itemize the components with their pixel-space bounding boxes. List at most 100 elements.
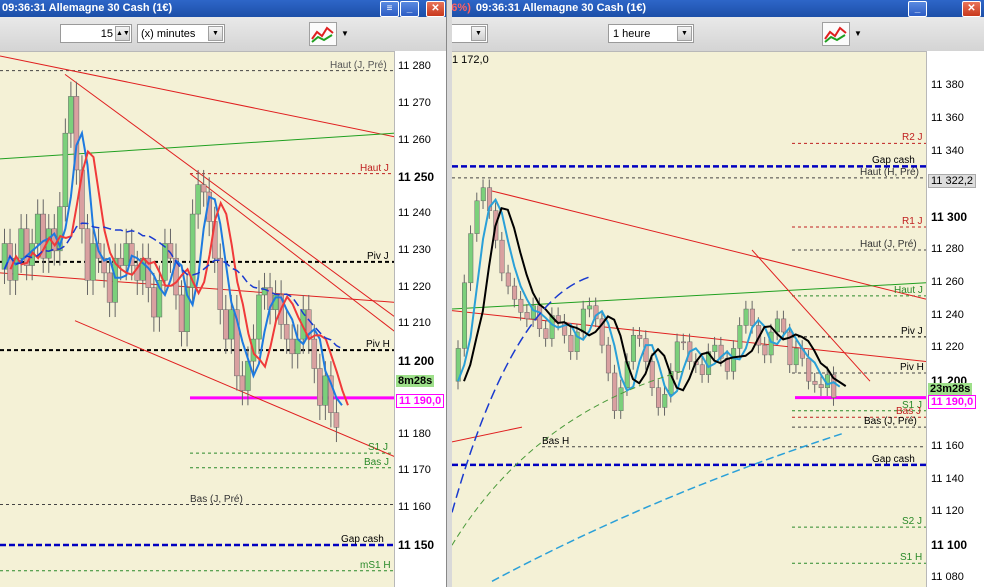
spin-arrow-icon[interactable]: ▲▼ bbox=[115, 26, 130, 41]
right-level-label: Haut (J, Pré) bbox=[860, 239, 917, 250]
right-candle bbox=[781, 318, 787, 333]
left-candle bbox=[239, 375, 246, 391]
right-candle bbox=[649, 361, 655, 389]
left-candle bbox=[151, 287, 157, 318]
right-axis-tick: 11 380 bbox=[931, 79, 964, 91]
right-axis-tick: 11 120 bbox=[931, 505, 964, 518]
right-change-text: 0,36%) bbox=[452, 2, 471, 14]
period-unit-select[interactable]: (x) minutes ▼ bbox=[137, 24, 225, 43]
right-indicator-dropdown-icon[interactable]: ▼ bbox=[854, 29, 862, 38]
right-candle bbox=[749, 308, 755, 326]
right-period-select[interactable]: ▼ bbox=[452, 24, 488, 43]
right-candle bbox=[630, 335, 636, 362]
period-unit-text: (x) minutes bbox=[141, 28, 196, 40]
left-axis-tick: 11 260 bbox=[398, 133, 431, 146]
right-minimize-button[interactable]: _ bbox=[908, 1, 927, 17]
right-axis-tick: 11 340 bbox=[931, 144, 964, 157]
right-top-value: 1 172,0 bbox=[452, 54, 489, 66]
chevron-down-icon[interactable]: ▼ bbox=[208, 26, 223, 41]
right-candle bbox=[468, 233, 474, 284]
timeframe-select[interactable]: 1 heure ▼ bbox=[608, 24, 694, 43]
left-candle bbox=[106, 272, 113, 303]
right-candle bbox=[512, 285, 518, 300]
right-candle bbox=[656, 387, 662, 408]
left-axis-tick: 11 240 bbox=[398, 207, 431, 220]
right-axis-tick: 11 280 bbox=[931, 243, 964, 255]
left-candle bbox=[200, 184, 207, 193]
right-level-label: Gap cash bbox=[872, 155, 915, 167]
right-candle bbox=[587, 305, 593, 310]
right-candle bbox=[818, 384, 824, 389]
right-close-button[interactable]: ✕ bbox=[962, 1, 981, 17]
right-candle bbox=[637, 335, 643, 339]
left-countdown-badge: 8m28s bbox=[396, 375, 435, 388]
left-indicator-chart-icon[interactable] bbox=[309, 22, 337, 46]
left-ma-fast bbox=[3, 129, 343, 406]
chevron-down-icon[interactable]: ▼ bbox=[471, 26, 486, 41]
right-candle bbox=[737, 325, 743, 349]
right-candle bbox=[812, 380, 818, 385]
right-candle bbox=[524, 312, 530, 320]
left-axis-tick: 11 160 bbox=[398, 501, 431, 514]
left-close-button[interactable]: ✕ bbox=[426, 1, 445, 17]
left-price-tag: 11 190,0 bbox=[396, 393, 445, 408]
right-axis-tick: 11 360 bbox=[931, 111, 964, 124]
right-candle bbox=[662, 394, 668, 408]
right-level-label: S2 J bbox=[902, 516, 923, 528]
left-axis-tick: 11 250 bbox=[398, 170, 435, 185]
right-candle bbox=[505, 272, 511, 287]
left-level-label: Gap cash bbox=[341, 534, 384, 545]
right-candle bbox=[674, 341, 680, 372]
right-axis-tick: 11 300 bbox=[931, 210, 968, 225]
left-candle bbox=[311, 338, 318, 369]
right-level-label: S1 H bbox=[900, 552, 923, 564]
left-level-label: Bas (J, Pré) bbox=[190, 493, 243, 505]
right-candle bbox=[743, 308, 749, 326]
left-candle bbox=[322, 375, 329, 406]
right-high-tag: 11 322,2 bbox=[928, 173, 977, 188]
right-level-label: Gap cash bbox=[872, 453, 915, 465]
left-level-label: Bas J bbox=[364, 456, 390, 468]
left-trendline bbox=[0, 132, 395, 160]
right-ma-verylong bbox=[491, 432, 843, 582]
right-level-label: Piv H bbox=[900, 362, 924, 373]
left-minimize-button[interactable]: _ bbox=[400, 1, 419, 17]
right-candle bbox=[774, 318, 780, 333]
left-window-title: 09:36:31 Allemagne 30 Cash (1€) bbox=[2, 2, 173, 14]
left-axis-tick: 11 170 bbox=[398, 464, 431, 477]
right-candle bbox=[618, 387, 624, 411]
right-price-chart[interactable] bbox=[452, 51, 926, 587]
left-candle bbox=[34, 213, 41, 244]
period-value-input[interactable]: 15 ▲▼ bbox=[60, 24, 132, 43]
period-value-text: 15 bbox=[100, 28, 113, 40]
left-candle bbox=[223, 309, 229, 340]
right-candle bbox=[462, 282, 468, 349]
left-axis-tick: 11 180 bbox=[398, 427, 431, 440]
left-price-chart[interactable] bbox=[0, 51, 395, 587]
right-countdown-badge: 23m28s bbox=[928, 383, 973, 396]
right-candle bbox=[793, 348, 799, 366]
left-candle bbox=[256, 294, 262, 340]
left-candle bbox=[123, 243, 129, 266]
right-trendline bbox=[452, 426, 523, 443]
right-indicator-chart-icon[interactable] bbox=[822, 22, 850, 46]
left-chart-window: 09:36:31 Allemagne 30 Cash (1€) ≡ _ ✕ 15… bbox=[0, 0, 446, 587]
left-menu-button[interactable]: ≡ bbox=[380, 1, 399, 17]
left-candle bbox=[84, 228, 91, 281]
right-axis-tick: 11 160 bbox=[931, 439, 964, 452]
left-candle bbox=[90, 243, 96, 281]
left-level-label: Haut J bbox=[360, 162, 389, 174]
left-indicator-dropdown-icon[interactable]: ▼ bbox=[341, 29, 349, 38]
left-candle bbox=[195, 184, 201, 215]
chevron-down-icon[interactable]: ▼ bbox=[677, 26, 692, 41]
right-candle bbox=[612, 372, 618, 411]
right-level-label: Bas H bbox=[542, 435, 570, 447]
left-candle bbox=[68, 96, 74, 134]
right-axis-tick: 11 100 bbox=[931, 538, 968, 553]
right-level-label: Haut J bbox=[894, 284, 923, 296]
right-candle bbox=[699, 364, 705, 375]
right-level-label: Haut (H, Pré) bbox=[860, 166, 919, 178]
right-candle bbox=[568, 335, 574, 352]
left-level-label: Haut (J, Pré) bbox=[330, 59, 387, 71]
right-level-label: R2 J bbox=[902, 132, 923, 144]
